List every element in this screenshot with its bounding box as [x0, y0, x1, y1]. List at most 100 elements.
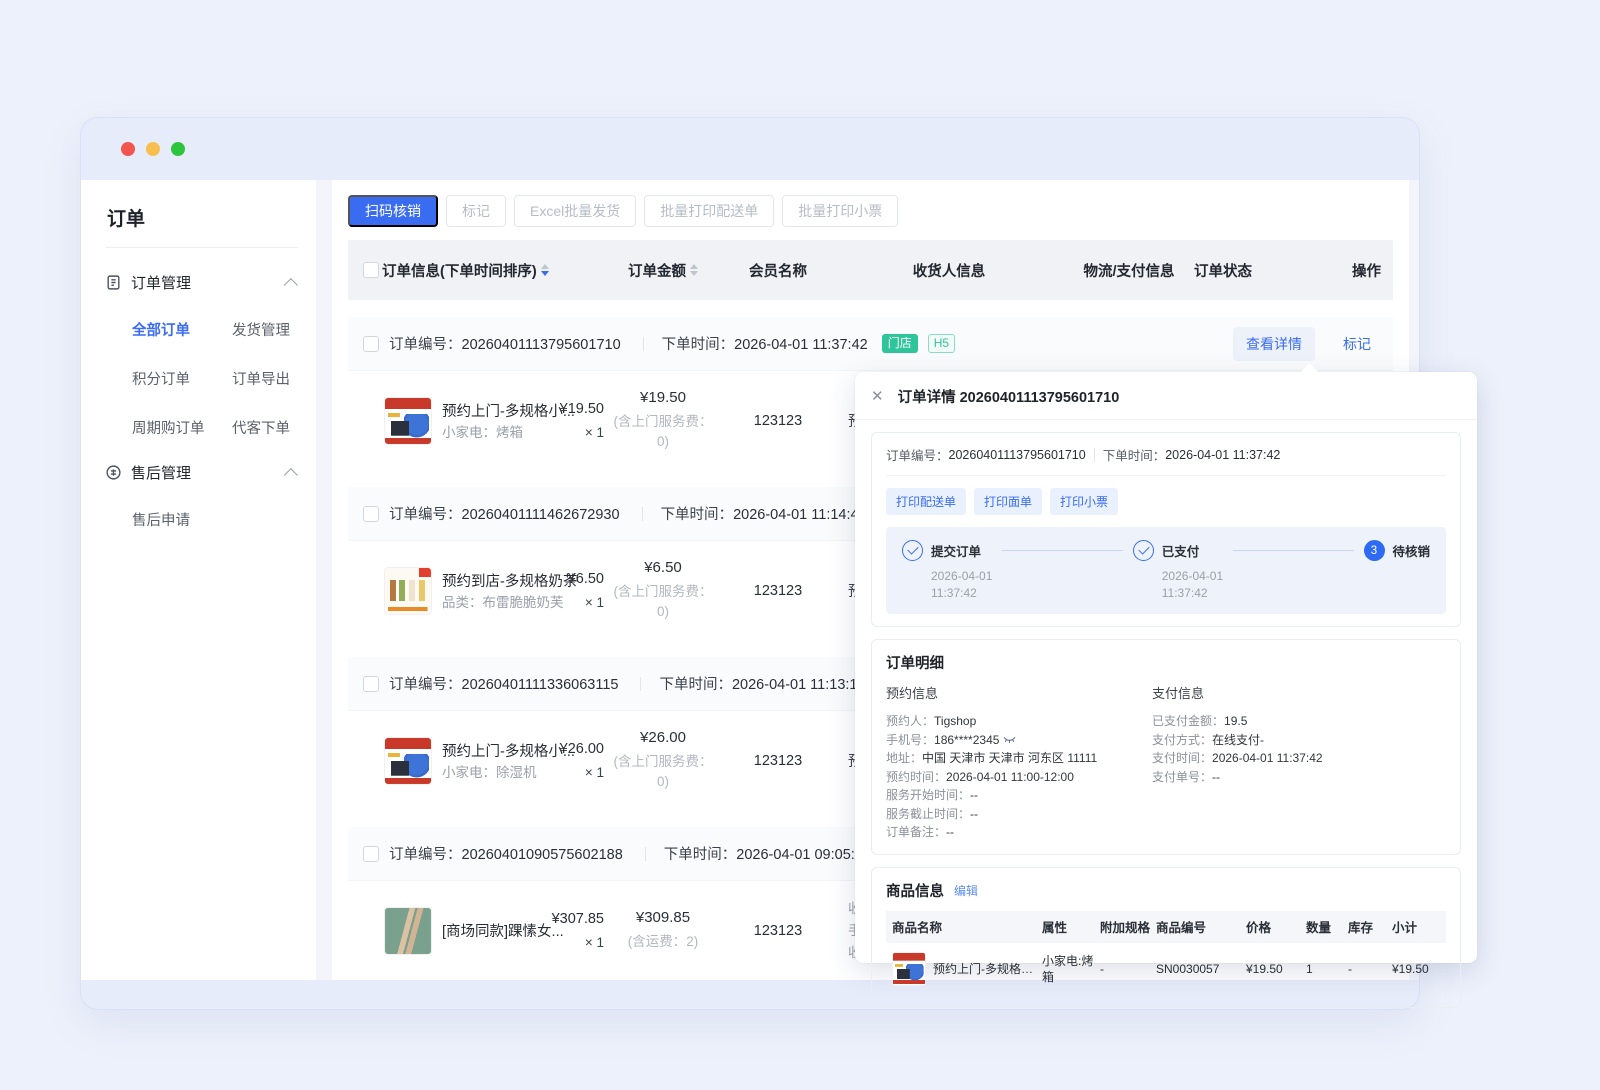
clipboard-icon — [105, 274, 122, 291]
goods-name: 预约上门-多规格小... — [933, 960, 1036, 977]
select-all-checkbox[interactable] — [363, 262, 379, 278]
field-value: 186****2345 — [934, 733, 999, 747]
product-name[interactable]: 预约上门-多规格小... — [442, 404, 575, 420]
field-label: 预约时间： — [886, 770, 946, 784]
sidebar-group-aftersale[interactable]: 售后管理 — [105, 462, 298, 483]
sort-amount-icon[interactable] — [690, 264, 698, 276]
close-window-icon[interactable] — [121, 142, 135, 156]
product-price: ¥6.50 — [568, 571, 604, 587]
excel-batch-ship-button[interactable]: Excel批量发货 — [514, 195, 636, 227]
member-name: 123123 — [722, 583, 834, 599]
goods-subtotal: ¥19.50 — [1386, 962, 1442, 976]
product-spec: 小家电：烤箱 — [442, 425, 523, 440]
order-amount-note: (含运费：2) — [610, 932, 716, 952]
step-check-icon — [1133, 540, 1154, 561]
step-date: 2026-04-01 — [1162, 568, 1223, 585]
goods-qty: 1 — [1300, 962, 1342, 976]
sidebar-group-order-management[interactable]: 订单管理 — [105, 272, 298, 293]
print-receipt-button[interactable]: 打印小票 — [1050, 488, 1118, 515]
mark-button[interactable]: 标记 — [446, 195, 506, 227]
order-no-label: 订单编号： — [389, 507, 462, 523]
mark-order-link[interactable]: 标记 — [1343, 334, 1371, 354]
chevron-up-icon[interactable] — [284, 468, 298, 482]
product-name[interactable]: [商场同款]踝愫女... — [442, 924, 564, 940]
sidebar-group-label: 订单管理 — [131, 272, 191, 293]
batch-print-receipt-button[interactable]: 批量打印小票 — [782, 195, 898, 227]
product-name[interactable]: 预约上门-多规格小... — [442, 744, 575, 760]
goods-title: 商品信息 — [886, 880, 944, 901]
field-value: -- — [970, 807, 978, 821]
divider — [1094, 448, 1095, 462]
step-time: 11:37:42 — [1162, 585, 1223, 602]
sidebar-group-label: 售后管理 — [131, 462, 191, 483]
channel-tag-store: 门店 — [882, 334, 918, 353]
field-label: 地址： — [886, 751, 922, 765]
order-no-value: 20260401113795601710 — [462, 337, 621, 353]
batch-print-delivery-button[interactable]: 批量打印配送单 — [644, 195, 774, 227]
sidebar-item-all-orders[interactable]: 全部订单 — [132, 319, 232, 340]
field-value: -- — [970, 788, 978, 802]
order-summary-card: 订单编号： 20260401113795601710 下单时间： 2026-04… — [871, 432, 1461, 627]
edit-goods-link[interactable]: 编辑 — [954, 882, 978, 899]
step-connector — [1233, 550, 1353, 551]
sort-order-time-icon[interactable] — [541, 264, 549, 276]
divider — [642, 507, 643, 521]
product-image — [384, 397, 432, 445]
print-delivery-button[interactable]: 打印配送单 — [886, 488, 966, 515]
maximize-window-icon[interactable] — [171, 142, 185, 156]
product-spec: 小家电：除湿机 — [442, 765, 537, 780]
product-image — [892, 952, 926, 986]
field-value: -- — [1212, 770, 1220, 784]
row-checkbox[interactable] — [363, 506, 379, 522]
order-amount-note: (含上门服务费：0) — [610, 412, 716, 453]
product-name[interactable]: 预约到店-多规格奶茶 — [442, 574, 577, 590]
field-value: Tigshop — [934, 714, 976, 728]
field-label: 服务截止时间： — [886, 807, 970, 821]
order-amount-note: (含上门服务费：0) — [610, 582, 716, 623]
goods-col-stock: 库存 — [1342, 917, 1386, 936]
order-amount: ¥19.50 — [640, 389, 686, 406]
product-spec: 品类：布雷脆脆奶芙 — [442, 595, 564, 610]
product-image — [384, 907, 432, 955]
print-waybill-button[interactable]: 打印面单 — [974, 488, 1042, 515]
order-time-label: 下单时间： — [1103, 445, 1166, 464]
order-time-value: 2026-04-01 11:37:42 — [734, 337, 868, 353]
product-qty: × 1 — [560, 765, 604, 780]
goods-price: ¥19.50 — [1240, 962, 1300, 976]
row-checkbox[interactable] — [363, 336, 379, 352]
sidebar-item-points-orders[interactable]: 积分订单 — [132, 368, 232, 389]
step-number-badge: 3 — [1364, 540, 1385, 561]
step-date: 2026-04-01 — [931, 568, 992, 585]
close-icon[interactable]: ✕ — [871, 389, 884, 404]
goods-col-price: 价格 — [1240, 917, 1300, 936]
order-amount: ¥309.85 — [636, 909, 690, 926]
order-steps: 提交订单 2026-04-01 11:37:42 已支付 2026-04-01 — [886, 527, 1446, 614]
order-time-value: 2026-04-01 11:14:49 — [733, 507, 867, 523]
row-checkbox[interactable] — [363, 846, 379, 862]
divider — [643, 337, 644, 351]
field-label: 服务开始时间： — [886, 788, 970, 802]
toolbar: 扫码核销 标记 Excel批量发货 批量打印配送单 批量打印小票 — [348, 195, 1393, 227]
order-time-label: 下单时间： — [664, 847, 737, 863]
field-value: 2026-04-01 11:00-12:00 — [946, 770, 1074, 784]
step-label: 提交订单 — [931, 541, 981, 560]
step-connector — [1002, 550, 1122, 551]
panel-divider — [316, 180, 332, 980]
eye-icon[interactable] — [1003, 736, 1016, 745]
page-title: 订单 — [105, 200, 298, 248]
sidebar-item-aftersale-request[interactable]: 售后申请 — [132, 509, 232, 530]
product-image — [384, 567, 432, 615]
goods-stock: - — [1342, 962, 1386, 976]
goods-extra: - — [1094, 962, 1150, 976]
row-checkbox[interactable] — [363, 676, 379, 692]
goods-col-sn: 商品编号 — [1150, 917, 1240, 936]
order-time-label: 下单时间： — [659, 677, 732, 693]
member-name: 123123 — [722, 753, 834, 769]
scan-verify-button[interactable]: 扫码核销 — [348, 195, 438, 227]
sidebar-item-subscription-orders[interactable]: 周期购订单 — [132, 417, 232, 438]
chevron-up-icon[interactable] — [284, 278, 298, 292]
minimize-window-icon[interactable] — [146, 142, 160, 156]
order-detail-card: 订单明细 预约信息 预约人：Tigshop 手机号：186****2345 地址… — [871, 639, 1461, 855]
product-price: ¥19.50 — [560, 401, 604, 417]
view-details-button[interactable]: 查看详情 — [1233, 327, 1315, 361]
